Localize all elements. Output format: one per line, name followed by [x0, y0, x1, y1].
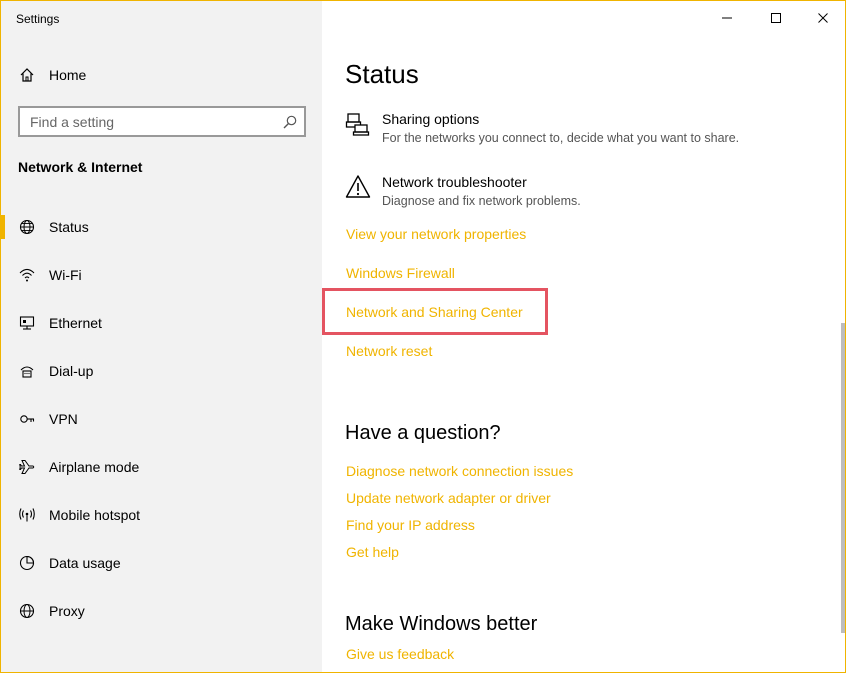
minimize-button[interactable] — [704, 1, 750, 35]
sidebar-item-data-usage[interactable]: Data usage — [1, 543, 322, 583]
link-windows-firewall[interactable]: Windows Firewall — [346, 265, 455, 281]
main-content: Status Sharing options For the networks … — [322, 1, 845, 672]
search-icon[interactable] — [282, 114, 298, 130]
sidebar-item-dialup[interactable]: Dial-up — [1, 351, 322, 391]
globe-icon — [18, 218, 36, 236]
sidebar-item-label: Ethernet — [49, 315, 102, 331]
section-title: Network & Internet — [18, 159, 143, 175]
proxy-icon — [18, 602, 36, 620]
sidebar-item-proxy[interactable]: Proxy — [1, 591, 322, 631]
home-icon — [18, 66, 36, 84]
vpn-icon — [18, 410, 36, 428]
sharing-options-item[interactable]: Sharing options For the networks you con… — [345, 111, 825, 155]
sidebar: Settings Home Network & Internet Status — [1, 1, 322, 672]
sidebar-item-label: Wi-Fi — [49, 267, 82, 283]
close-icon — [818, 13, 828, 23]
link-give-feedback[interactable]: Give us feedback — [346, 646, 454, 662]
option-description: Diagnose and fix network problems. — [382, 194, 581, 208]
search-input[interactable] — [20, 108, 270, 135]
sidebar-item-airplane-mode[interactable]: Airplane mode — [1, 447, 322, 487]
warning-icon — [345, 174, 371, 200]
link-diagnose-connection[interactable]: Diagnose network connection issues — [346, 463, 573, 479]
sidebar-item-label: Data usage — [49, 555, 121, 571]
sidebar-item-label: Status — [49, 219, 89, 235]
sidebar-item-label: Dial-up — [49, 363, 94, 379]
maximize-button[interactable] — [753, 1, 799, 35]
data-usage-icon — [18, 554, 36, 572]
airplane-icon — [18, 458, 36, 476]
minimize-icon — [722, 17, 732, 19]
link-find-ip[interactable]: Find your IP address — [346, 517, 475, 533]
sidebar-item-home[interactable]: Home — [1, 55, 322, 95]
sidebar-item-status[interactable]: Status — [1, 207, 322, 247]
page-title: Status — [345, 59, 419, 89]
option-title: Network troubleshooter — [382, 174, 527, 190]
search-box[interactable] — [18, 106, 306, 137]
sidebar-item-label: Home — [49, 67, 87, 83]
option-description: For the networks you connect to, decide … — [382, 131, 740, 145]
option-title: Sharing options — [382, 111, 480, 127]
ethernet-icon — [18, 314, 36, 332]
sidebar-item-label: VPN — [49, 411, 78, 427]
sidebar-item-mobile-hotspot[interactable]: Mobile hotspot — [1, 495, 322, 535]
link-update-adapter[interactable]: Update network adapter or driver — [346, 490, 551, 506]
hotspot-icon — [18, 506, 36, 524]
better-heading: Make Windows better — [345, 613, 538, 635]
highlight-box — [322, 288, 548, 335]
settings-window: Settings Home Network & Internet Status — [0, 0, 846, 673]
sharing-icon — [345, 111, 371, 137]
maximize-icon — [771, 13, 781, 23]
link-get-help[interactable]: Get help — [346, 544, 399, 560]
dialup-icon — [18, 362, 36, 380]
sidebar-item-wifi[interactable]: Wi-Fi — [1, 255, 322, 295]
link-view-network-properties[interactable]: View your network properties — [346, 226, 526, 242]
wifi-icon — [18, 266, 36, 284]
sidebar-item-label: Proxy — [49, 603, 85, 619]
sidebar-item-label: Airplane mode — [49, 459, 140, 475]
network-troubleshooter-item[interactable]: Network troubleshooter Diagnose and fix … — [345, 174, 825, 218]
scrollbar[interactable] — [841, 323, 845, 633]
link-network-reset[interactable]: Network reset — [346, 343, 432, 359]
sidebar-item-label: Mobile hotspot — [49, 507, 141, 523]
sidebar-item-vpn[interactable]: VPN — [1, 399, 322, 439]
close-button[interactable] — [800, 1, 846, 35]
sidebar-item-ethernet[interactable]: Ethernet — [1, 303, 322, 343]
app-title: Settings — [16, 12, 60, 26]
question-heading: Have a question? — [345, 422, 501, 444]
